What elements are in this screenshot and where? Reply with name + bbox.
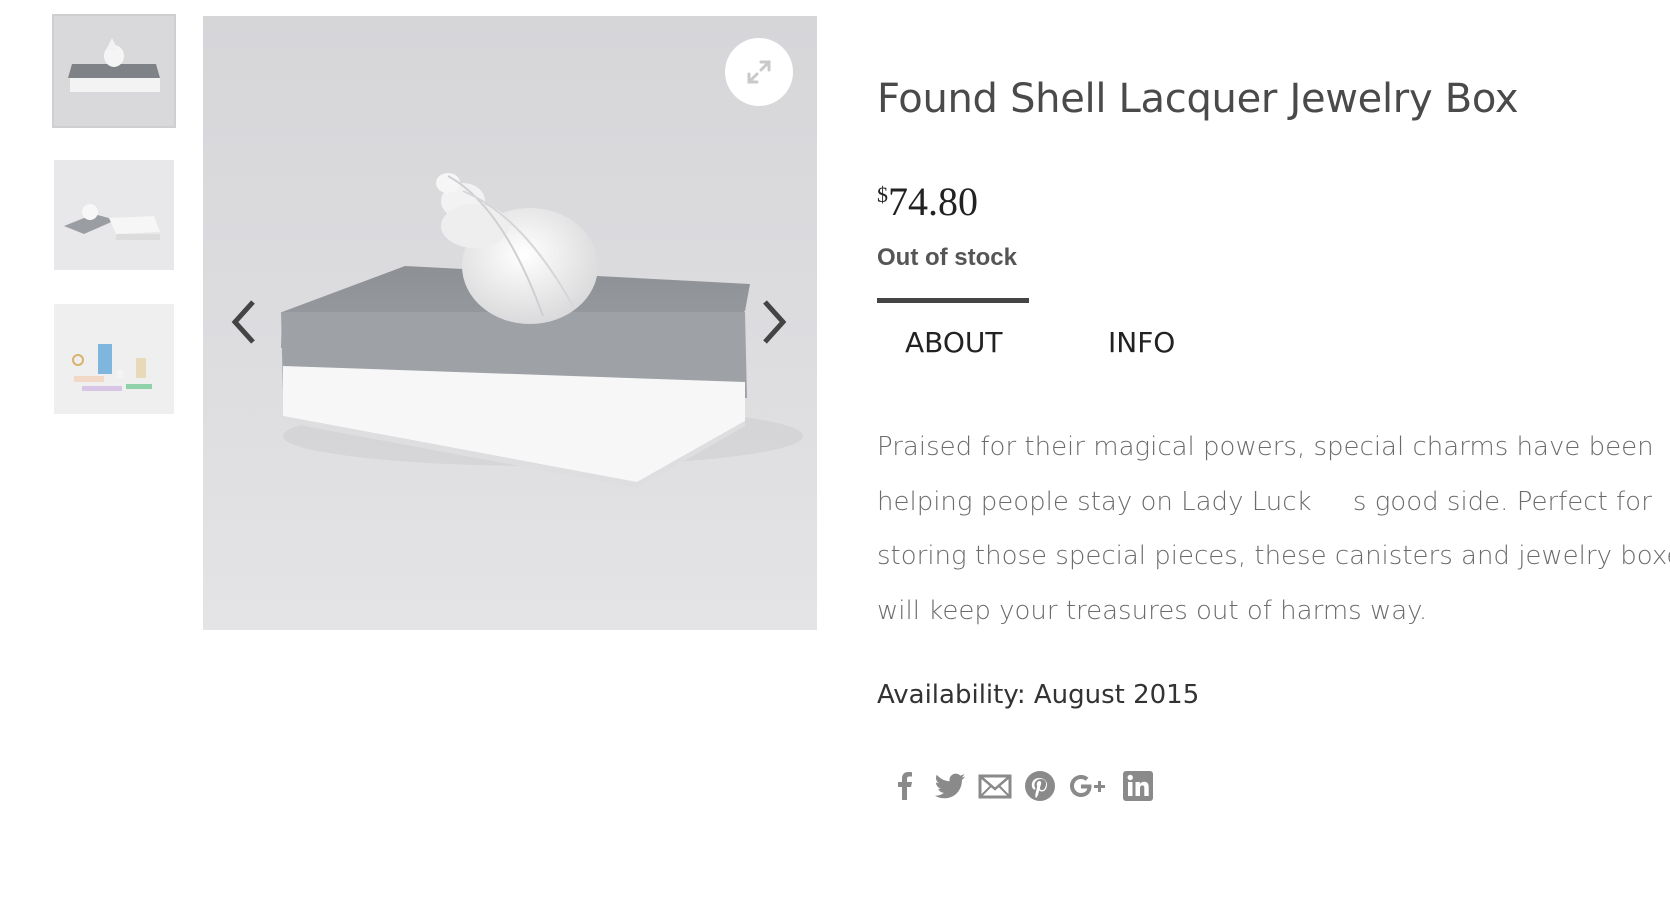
product-title: Found Shell Lacquer Jewelry Box xyxy=(877,76,1519,122)
thumbnail-2-image xyxy=(54,160,174,270)
thumbnail-2[interactable] xyxy=(54,160,174,270)
price-amount: 74.80 xyxy=(888,179,978,224)
price-currency: $ xyxy=(877,182,888,207)
share-email-button[interactable] xyxy=(977,768,1021,804)
product-photo xyxy=(281,173,803,488)
thumbnail-1-image xyxy=(54,16,174,126)
share-google-plus-button[interactable] xyxy=(1067,768,1119,804)
thumbnail-3-image xyxy=(54,304,174,414)
description-line: Praised for their magical powers, specia… xyxy=(877,432,1654,462)
expand-icon xyxy=(747,60,771,84)
thumbnail-3[interactable] xyxy=(54,304,174,414)
availability: Availability: August 2015 xyxy=(877,680,1200,710)
stock-status: Out of stock xyxy=(877,244,1018,271)
share-icons xyxy=(887,768,1165,804)
tab-info[interactable]: INFO xyxy=(1108,326,1175,359)
google-plus-icon xyxy=(1070,775,1105,797)
description-line: will keep your treasures out of harms wa… xyxy=(877,595,1428,626)
share-linkedin-button[interactable] xyxy=(1120,768,1164,804)
expand-image-button[interactable] xyxy=(725,38,793,106)
description-line: storing those special pieces, these cani… xyxy=(877,541,1670,571)
twitter-icon xyxy=(934,773,965,799)
previous-image-button[interactable] xyxy=(225,296,261,348)
thumbnail-1[interactable] xyxy=(52,14,176,128)
facebook-icon xyxy=(898,772,912,800)
chevron-left-icon xyxy=(231,300,255,344)
share-facebook-button[interactable] xyxy=(887,768,931,804)
tab-about[interactable]: ABOUT xyxy=(905,326,1003,359)
product-price: $74.80 xyxy=(877,178,978,225)
description-line: helping people stay on Lady Luck s good … xyxy=(877,486,1652,517)
product-description: Praised for their magical powers, specia… xyxy=(877,420,1670,638)
linkedin-icon xyxy=(1123,771,1153,801)
email-icon xyxy=(978,774,1012,799)
share-pinterest-button[interactable] xyxy=(1022,768,1066,804)
main-product-image xyxy=(203,16,817,630)
chevron-right-icon xyxy=(763,300,787,344)
share-twitter-button[interactable] xyxy=(932,768,976,804)
next-image-button[interactable] xyxy=(757,296,793,348)
active-tab-indicator xyxy=(877,298,1029,303)
pinterest-icon xyxy=(1025,771,1055,801)
